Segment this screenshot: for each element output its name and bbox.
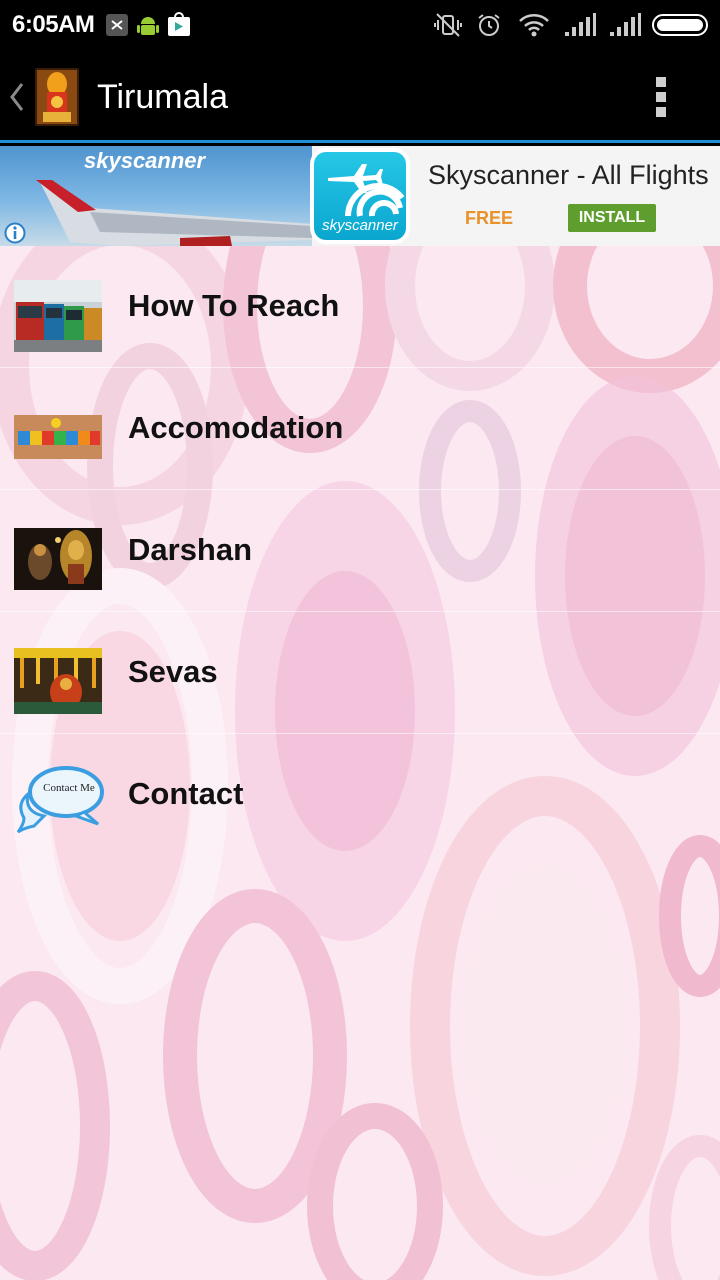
menu-item-how-to-reach[interactable]: How To Reach	[0, 246, 720, 368]
signal-icon-2	[610, 13, 641, 36]
status-time: 6:05AM	[12, 11, 95, 38]
vibrate-off-icon	[434, 13, 462, 37]
menu-label-sevas: Sevas	[128, 654, 218, 689]
signal-icon-1	[565, 13, 596, 36]
menu-label-how-to-reach: How To Reach	[128, 288, 340, 323]
battery-icon	[652, 14, 708, 36]
menu-label-contact: Contact	[128, 776, 244, 811]
app-logo-icon[interactable]	[35, 68, 79, 126]
menu-item-contact[interactable]: Contact Me Contact	[0, 734, 720, 856]
menu-item-sevas[interactable]: Sevas	[0, 612, 720, 734]
back-chevron-icon[interactable]	[6, 80, 26, 114]
ad-brand-logo: skyscanner	[84, 148, 206, 173]
page-title: Tirumala	[97, 78, 228, 116]
action-bar: Tirumala	[0, 50, 720, 143]
ad-airplane-image[interactable]: skyscanner	[0, 146, 312, 246]
contact-me-bubble-text: Contact Me	[43, 782, 95, 794]
sevas-thumbnail	[14, 648, 102, 714]
menu-label-accomodation: Accomodation	[128, 410, 344, 445]
main-content: How To Reach Accomodation Darshan Sevas …	[0, 246, 720, 1280]
menu-item-darshan[interactable]: Darshan	[0, 490, 720, 612]
ad-title[interactable]: Skyscanner - All Flights	[428, 160, 709, 191]
menu-list: How To Reach Accomodation Darshan Sevas …	[0, 246, 720, 856]
ad-app-icon[interactable]: skyscanner	[310, 148, 410, 244]
accomodation-thumbnail	[14, 415, 102, 459]
menu-label-darshan: Darshan	[128, 532, 253, 567]
play-store-icon	[168, 12, 190, 36]
ad-banner[interactable]: skyscanner skyscanner Skyscanner - All F…	[0, 146, 720, 246]
overflow-menu-icon[interactable]	[656, 77, 668, 117]
contact-me-bubble-icon: Contact Me	[14, 764, 106, 844]
ad-app-icon-text: skyscanner	[322, 217, 398, 234]
info-icon[interactable]	[4, 222, 26, 244]
install-button[interactable]: INSTALL	[568, 204, 656, 232]
android-icon	[137, 17, 159, 35]
how-to-reach-thumbnail	[14, 280, 102, 352]
menu-item-accomodation[interactable]: Accomodation	[0, 368, 720, 490]
usb-debug-icon	[106, 14, 128, 36]
darshan-thumbnail	[14, 528, 102, 590]
wifi-icon	[519, 14, 549, 37]
status-bar: 6:05AM	[0, 0, 720, 50]
alarm-icon	[478, 14, 500, 36]
ad-price: FREE	[465, 208, 514, 228]
